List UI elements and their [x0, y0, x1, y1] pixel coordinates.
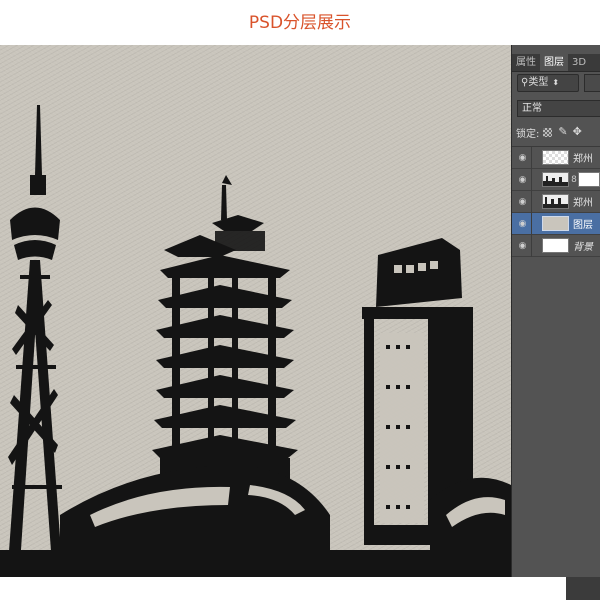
- panel-tabs: 属性 图层 3D: [512, 54, 600, 72]
- move-icon[interactable]: ✥: [573, 125, 582, 139]
- layer-row[interactable]: ◉ 郑州: [512, 190, 600, 213]
- eye-icon[interactable]: ◉: [514, 168, 532, 191]
- eye-icon[interactable]: ◉: [514, 234, 532, 257]
- layer-name: 郑州: [573, 154, 593, 165]
- eye-icon[interactable]: ◉: [514, 146, 532, 169]
- layer-row[interactable]: ◉ 郑州: [512, 146, 600, 169]
- layer-thumbnail: [542, 216, 569, 231]
- filter-label: 类型: [528, 77, 549, 88]
- layers-list: ◉ 郑州 ◉ 8 ◉ 郑州 ◉ 图层 ◉ 背景: [512, 146, 600, 257]
- tv-tower: [8, 105, 62, 565]
- page-title: PSD分层展示: [248, 13, 352, 33]
- skyline-thumbnail-icon: [543, 176, 568, 186]
- layer-filter-select[interactable]: ⚲类型 ⬍: [517, 74, 579, 92]
- filter-toggle-button[interactable]: [584, 74, 600, 92]
- workspace-dark-area: [566, 577, 600, 600]
- eye-icon[interactable]: ◉: [514, 212, 532, 235]
- link-icon[interactable]: 8: [570, 175, 578, 185]
- layer-row[interactable]: ◉ 背景: [512, 234, 600, 257]
- eye-icon[interactable]: ◉: [514, 190, 532, 213]
- layer-name: 郑州: [573, 198, 593, 209]
- pagoda-floors: [152, 255, 298, 498]
- layer-row[interactable]: ◉ 8: [512, 168, 600, 191]
- layer-name: 背景: [573, 242, 593, 253]
- layer-thumbnail: [542, 172, 569, 187]
- brush-icon[interactable]: ✎: [558, 125, 567, 139]
- city-skyline-artwork: [0, 105, 511, 577]
- lock-label: 锁定:: [516, 128, 540, 140]
- lock-transparency-icon[interactable]: [543, 127, 553, 137]
- tab-layers[interactable]: 图层: [540, 54, 568, 71]
- layer-row[interactable]: ◉ 图层: [512, 212, 600, 235]
- workspace-gap: [511, 577, 566, 600]
- blend-mode-select[interactable]: 正常: [517, 100, 600, 117]
- tab-properties[interactable]: 属性: [512, 54, 540, 71]
- twin-pagoda: [164, 175, 265, 257]
- tab-3d[interactable]: 3D: [568, 54, 590, 71]
- layers-panel: 属性 图层 3D ⚲类型 ⬍ 正常 锁定: ✎ ✥ ◉ 郑州 ◉ 8 ◉ 郑州 …: [511, 45, 600, 577]
- layer-thumbnail: [542, 194, 569, 209]
- layer-name: 图层: [573, 220, 593, 231]
- document-canvas[interactable]: [0, 45, 511, 577]
- chevron-updown-icon: ⬍: [552, 78, 560, 87]
- skyline-thumbnail-icon: [543, 197, 568, 208]
- lock-row: 锁定: ✎ ✥: [516, 124, 587, 140]
- layer-thumbnail: [542, 150, 569, 165]
- layer-mask-thumbnail[interactable]: [578, 172, 600, 187]
- layer-thumbnail: [542, 238, 569, 253]
